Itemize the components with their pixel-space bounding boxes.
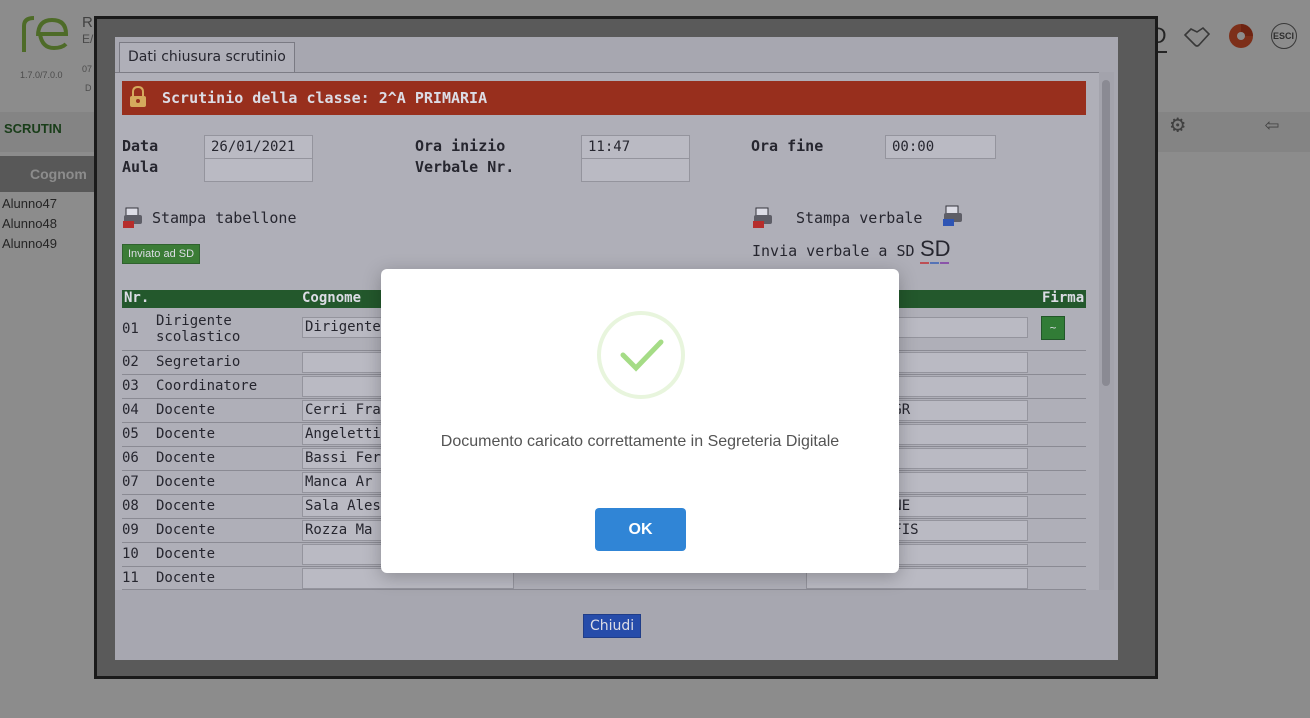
success-check-icon <box>597 311 685 399</box>
ok-button[interactable]: OK <box>595 508 686 551</box>
success-modal: Documento caricato correttamente in Segr… <box>381 269 899 573</box>
success-message: Documento caricato correttamente in Segr… <box>440 433 840 450</box>
